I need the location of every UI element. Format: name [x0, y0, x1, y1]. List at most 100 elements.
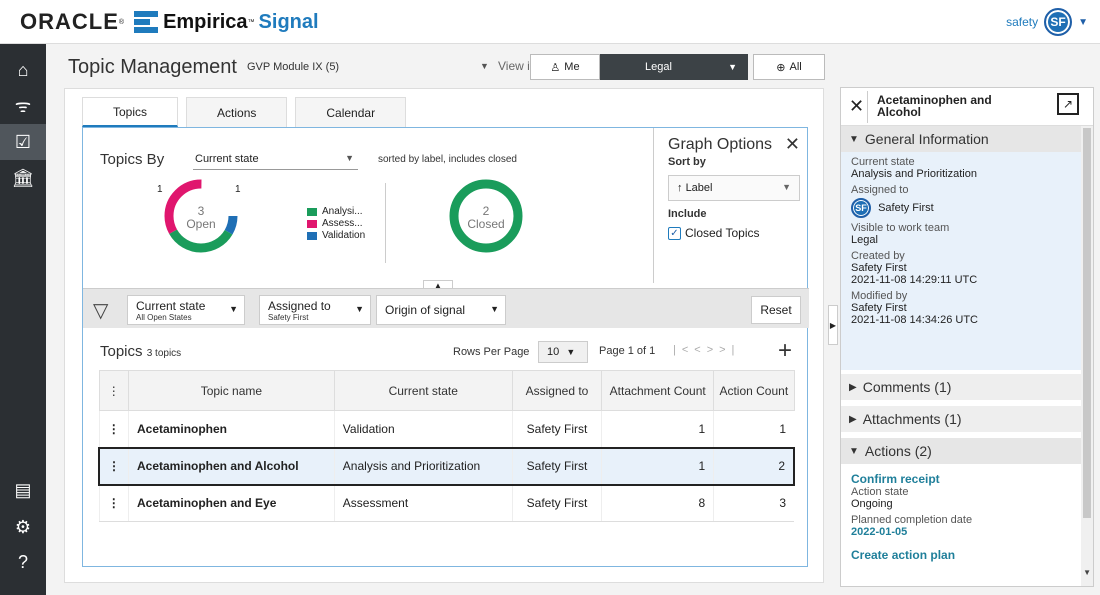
triangle-right-icon: ▶ [849, 413, 857, 425]
legend-item: Validation [307, 230, 365, 242]
column-header[interactable]: Action Count [713, 370, 795, 411]
chevron-down-icon: ▼ [345, 153, 354, 163]
chevron-down-icon[interactable]: ▼ [480, 61, 489, 71]
folder-check-icon[interactable]: ☑ [0, 124, 46, 160]
page-title: Topic Management [68, 55, 237, 78]
general-info-body: Current state Analysis and Prioritizatio… [841, 152, 1081, 370]
reset-button[interactable]: Reset [751, 296, 801, 324]
section-title: Attachments (1) [862, 411, 962, 427]
field-value: Safety First [851, 262, 907, 274]
detail-header: ✕ Acetaminophen and Alcohol ↗ [841, 88, 1093, 126]
bank-icon[interactable]: 🏛 [0, 160, 46, 196]
topic-state: Analysis and Prioritization [333, 446, 513, 486]
field-label: Visible to work team [851, 222, 950, 234]
include-label: Include [668, 208, 707, 220]
current-state-filter[interactable]: Current state All Open States ▼ [127, 295, 245, 325]
legend-item: Analysi... [307, 206, 365, 218]
row-menu-icon[interactable]: ⋮ [98, 410, 129, 448]
topic-attachments: 1 [601, 410, 714, 448]
table-row[interactable]: ⋮ Acetaminophen Validation Safety First … [98, 410, 794, 448]
document-icon[interactable]: ▤ [0, 472, 46, 508]
topic-name[interactable]: Acetaminophen and Alcohol [128, 446, 335, 486]
scrollbar-thumb[interactable] [1083, 128, 1091, 518]
rows-per-page-select[interactable]: 10 ▼ [538, 341, 588, 363]
topic-name[interactable]: Acetaminophen and Eye [128, 484, 335, 522]
column-header[interactable]: Assigned to [511, 370, 603, 411]
topics-summary: Topics By Current state ▼ sorted by labe… [83, 128, 653, 292]
filter-legal-button[interactable]: Legal ▼ [600, 54, 748, 80]
row-menu-icon[interactable]: ⋮ [98, 446, 129, 486]
brand: ORACLE ® Empirica ™ Signal [20, 9, 319, 34]
module-name[interactable]: GVP Module IX (5) [247, 61, 339, 73]
tab-bar: Topics Actions Calendar [82, 97, 414, 127]
filter-me-button[interactable]: ♙ Me [530, 54, 600, 80]
topic-name[interactable]: Acetaminophen [128, 410, 335, 448]
sort-by-select[interactable]: ↑ Label ▼ [668, 175, 800, 201]
topics-list-title: Topics 3 topics [100, 343, 181, 360]
filter-me-label: Me [564, 61, 580, 73]
settings-icon[interactable]: ⚙ [0, 509, 46, 545]
avatar: SF [851, 198, 871, 218]
pagination-controls[interactable]: |<<>>| [673, 344, 740, 356]
filter-bar: ▽ Current state All Open States ▼ Assign… [83, 288, 809, 328]
filter-icon[interactable]: ▽ [93, 298, 108, 323]
detail-panel: ✕ Acetaminophen and Alcohol ↗ ▼ General … [840, 87, 1094, 587]
legend-swatch [307, 208, 317, 216]
tab-topics[interactable]: Topics [82, 97, 179, 127]
table-row[interactable]: ⋮ Acetaminophen and Eye Assessment Safet… [98, 484, 794, 522]
table-row[interactable]: ⋮ Acetaminophen and Alcohol Analysis and… [98, 446, 796, 486]
wifi-icon[interactable]: ᯤ [0, 88, 46, 124]
close-icon[interactable]: ✕ [785, 134, 800, 155]
section-title: Comments (1) [862, 379, 952, 395]
chevron-down-icon[interactable]: ▼ [728, 62, 737, 72]
filter-legal-label: Legal [645, 61, 672, 73]
tab-actions[interactable]: Actions [186, 97, 288, 127]
toggle-detail-panel-button[interactable]: ▶ [828, 305, 838, 345]
add-topic-button[interactable]: + [778, 337, 792, 365]
topic-assigned: Safety First [511, 410, 602, 448]
column-header[interactable]: Current state [333, 370, 513, 411]
chevron-down-icon[interactable]: ▼ [1078, 17, 1088, 28]
left-nav: ⌂ ᯤ ☑ 🏛 ▤ ⚙ ? [0, 44, 46, 595]
field-label: Created by [851, 250, 905, 262]
user-menu[interactable]: safety SF ▼ [1006, 8, 1088, 36]
user-name[interactable]: safety [1006, 15, 1038, 29]
divider [867, 91, 868, 123]
column-menu-icon[interactable]: ⋮ [98, 370, 129, 411]
tab-calendar[interactable]: Calendar [295, 97, 407, 127]
assigned-to-filter[interactable]: Assigned to Safety First ▼ [259, 295, 371, 325]
list-header: Topics 3 topics Rows Per Page 10 ▼ Page … [83, 333, 809, 365]
open-external-icon[interactable]: ↗ [1057, 93, 1079, 115]
closed-topics-checkbox[interactable]: ✓ Closed Topics [668, 226, 759, 240]
group-by-value: Current state [195, 153, 259, 165]
general-info-section[interactable]: ▼ General Information [841, 126, 1081, 152]
chevron-down-icon: ▼ [782, 182, 791, 192]
topics-by-label: Topics By [100, 151, 165, 168]
detail-title: Acetaminophen and Alcohol [877, 93, 992, 119]
topics-count: 3 topics [146, 348, 182, 359]
field-label: Assigned to [851, 184, 909, 196]
column-header[interactable]: Topic name [128, 370, 335, 411]
comments-section[interactable]: ▶ Comments (1) [841, 374, 1081, 400]
row-menu-icon[interactable]: ⋮ [98, 484, 129, 522]
legend-item: Assess... [307, 218, 365, 230]
attachments-section[interactable]: ▶ Attachments (1) [841, 406, 1081, 432]
scroll-down-icon[interactable]: ▼ [1083, 568, 1091, 577]
filter-all-button[interactable]: ⊕ All [753, 54, 825, 80]
close-icon[interactable]: ✕ [849, 96, 864, 117]
help-icon[interactable]: ? [0, 544, 46, 580]
closed-summary: 2 Closed [466, 205, 506, 231]
home-icon[interactable]: ⌂ [0, 52, 46, 88]
current-state-filter-value: All Open States [136, 313, 192, 322]
donut-legend: Analysi... Assess... Validation [307, 206, 365, 242]
action-link[interactable]: Confirm receipt [851, 472, 1071, 486]
origin-filter[interactable]: Origin of signal ▼ [376, 295, 506, 325]
avatar[interactable]: SF [1044, 8, 1073, 36]
actions-section[interactable]: ▼ Actions (2) [841, 438, 1081, 464]
action-link[interactable]: Create action plan [851, 548, 1071, 562]
checkmark-icon[interactable]: ✓ [668, 226, 681, 240]
column-header[interactable]: Attachment Count [601, 370, 715, 411]
group-by-select[interactable]: Current state ▼ [193, 150, 358, 170]
filter-all-label: All [789, 61, 802, 73]
main-card: Topics Actions Calendar Topics By Curren… [64, 88, 824, 583]
